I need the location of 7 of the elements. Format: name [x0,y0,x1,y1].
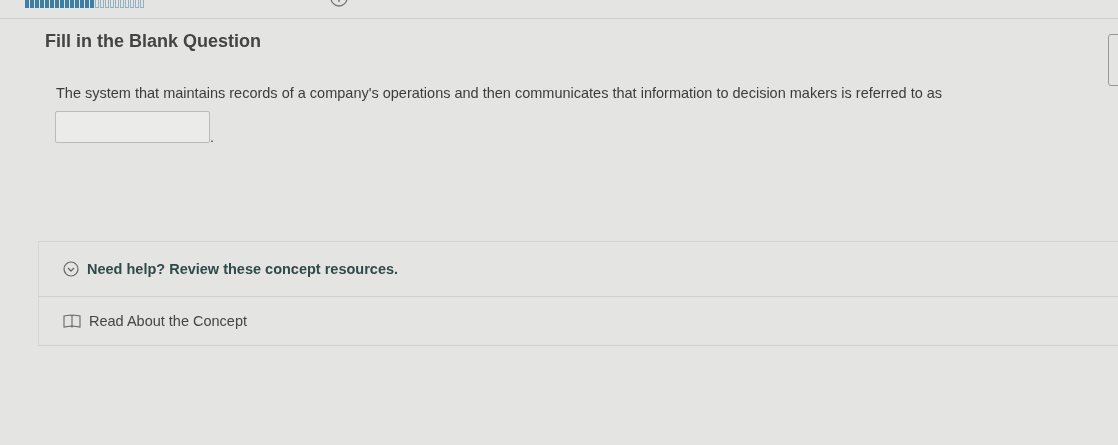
book-icon [63,314,81,328]
question-prompt: The system that maintains records of a company's operations and then communicates that information to decision makers is referred to as [56,85,944,101]
question-title: Fill in the Blank Question [45,31,263,52]
concept-link[interactable]: Read About the Concept [38,297,1118,346]
help-toggle[interactable]: Need help? Review these concept resources. [38,242,1118,297]
period-text: . [210,129,214,145]
chevron-icon [63,261,79,277]
